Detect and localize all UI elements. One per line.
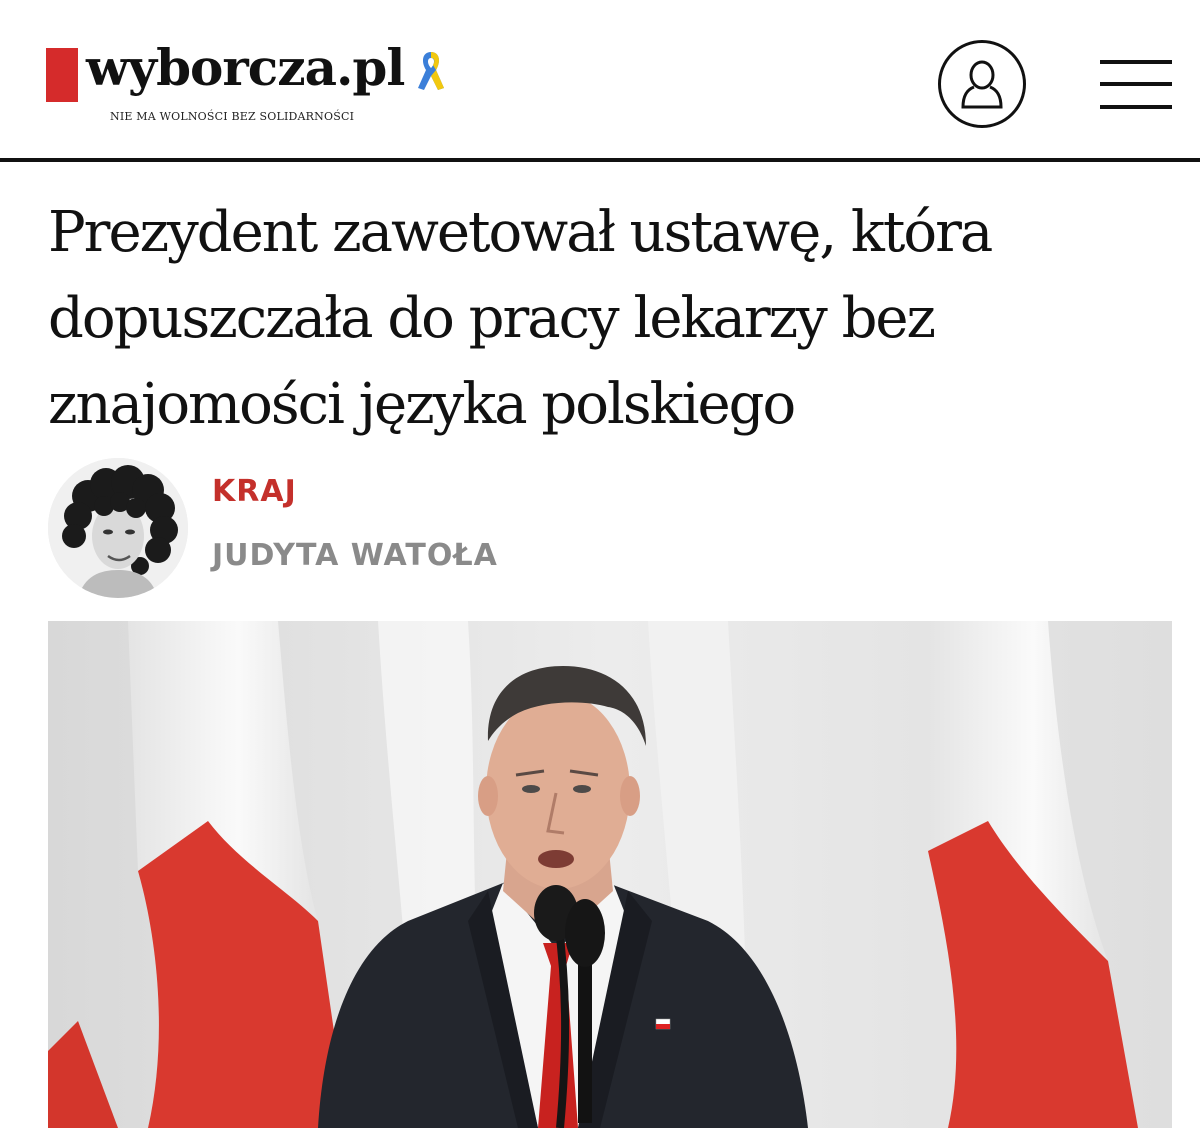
author-portrait-image (48, 458, 188, 598)
logo-red-bar (46, 48, 78, 102)
site-logo[interactable]: wyborcza.pl NIE MA WOLNOŚCI BEZ SOLIDARN… (46, 38, 466, 130)
hamburger-menu-button[interactable] (1100, 60, 1172, 112)
menu-line (1100, 60, 1172, 64)
lead-photo-image (48, 621, 1172, 1128)
site-header: wyborcza.pl NIE MA WOLNOŚCI BEZ SOLIDARN… (0, 0, 1200, 162)
account-button[interactable] (938, 40, 1026, 128)
author-avatar[interactable] (48, 458, 188, 598)
user-icon (961, 60, 1003, 109)
site-tagline: NIE MA WOLNOŚCI BEZ SOLIDARNOŚCI (110, 110, 355, 123)
logo-text: wyborcza.pl (86, 38, 405, 97)
section-link[interactable]: KRAJ (212, 474, 297, 509)
article-title: Prezydent zawetował ustawę, która dopusz… (48, 200, 993, 437)
ukraine-ribbon-icon (418, 52, 444, 90)
menu-line (1100, 105, 1172, 109)
menu-line (1100, 82, 1172, 86)
article-lead-photo (48, 621, 1172, 1128)
author-name-link[interactable]: JUDYTA WATOŁA (212, 538, 498, 573)
